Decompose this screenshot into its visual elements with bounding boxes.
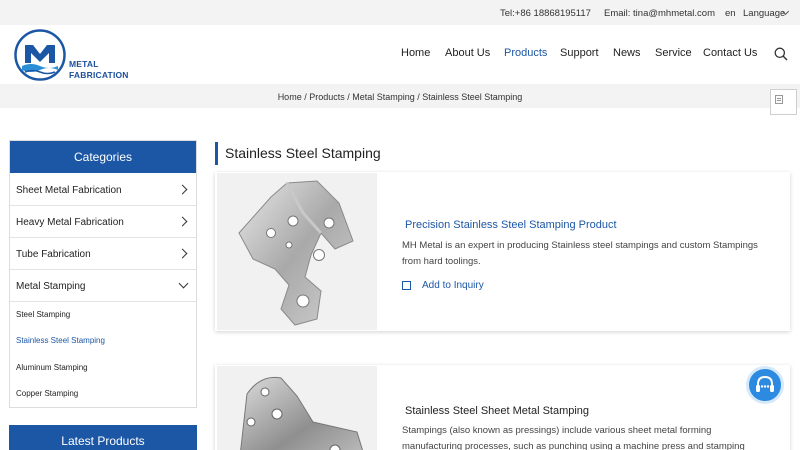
product-description: MH Metal is an expert in producing Stain… bbox=[402, 240, 758, 267]
nav-about-us[interactable]: About Us bbox=[445, 47, 490, 59]
email-address[interactable]: Email: tina@mhmetal.com bbox=[604, 8, 715, 19]
subcategory-stainless-steel-stamping[interactable]: Stainless Steel Stamping bbox=[16, 336, 105, 345]
category-label: Heavy Metal Fabrication bbox=[16, 217, 124, 228]
subcategory-copper-stamping[interactable]: Copper Stamping bbox=[16, 389, 78, 398]
chevron-right-icon[interactable] bbox=[177, 248, 188, 259]
category-item-heavy-metal[interactable]: Heavy Metal Fabrication bbox=[10, 206, 196, 238]
chat-support-button[interactable] bbox=[746, 366, 784, 404]
nav-support[interactable]: Support bbox=[560, 47, 599, 59]
product-description: Stampings (also known as pressings) incl… bbox=[402, 425, 745, 450]
product-title[interactable]: Precision Stainless Steel Stamping Produ… bbox=[405, 219, 617, 231]
brand-name: METAL FABRICATION bbox=[69, 59, 129, 81]
site-header: METAL FABRICATION Home About Us Products… bbox=[0, 25, 800, 84]
language-selector[interactable]: Language bbox=[743, 8, 785, 19]
phone-number[interactable]: Tel:+86 18868195117 bbox=[500, 8, 591, 19]
product-title[interactable]: Stainless Steel Sheet Metal Stamping bbox=[405, 405, 589, 417]
product-card[interactable]: Precision Stainless Steel Stamping Produ… bbox=[215, 172, 790, 331]
page-title: Stainless Steel Stamping bbox=[215, 142, 381, 165]
language-code: en bbox=[725, 8, 736, 19]
nav-news[interactable]: News bbox=[613, 47, 641, 59]
nav-products[interactable]: Products bbox=[504, 47, 547, 59]
document-icon[interactable] bbox=[770, 89, 797, 115]
subcategory-steel-stamping[interactable]: Steel Stamping bbox=[16, 310, 70, 319]
chevron-right-icon[interactable] bbox=[177, 184, 188, 195]
latest-products-heading: Latest Products bbox=[9, 425, 197, 450]
chevron-down-icon[interactable] bbox=[178, 278, 189, 289]
category-item-tube[interactable]: Tube Fabrication bbox=[10, 238, 196, 270]
chevron-right-icon[interactable] bbox=[177, 216, 188, 227]
product-image[interactable] bbox=[217, 173, 377, 330]
product-image[interactable] bbox=[217, 366, 377, 450]
category-item-sheet-metal[interactable]: Sheet Metal Fabrication bbox=[10, 174, 196, 206]
brand-line-2: FABRICATION bbox=[69, 70, 129, 80]
top-bar: Tel:+86 18868195117 Email: tina@mhmetal.… bbox=[0, 0, 800, 25]
checkbox-icon[interactable] bbox=[402, 281, 411, 290]
brand-line-1: METAL bbox=[69, 59, 99, 69]
nav-service[interactable]: Service bbox=[655, 47, 692, 59]
category-label: Sheet Metal Fabrication bbox=[16, 185, 122, 196]
chat-support-icon bbox=[756, 375, 774, 392]
categories-heading: Categories bbox=[10, 141, 196, 173]
logo[interactable]: METAL FABRICATION bbox=[14, 29, 134, 81]
breadcrumb[interactable]: Home / Products / Metal Stamping / Stain… bbox=[0, 92, 800, 102]
category-sidebar: Categories Sheet Metal Fabrication Heavy… bbox=[9, 140, 197, 408]
logo-emblem-icon bbox=[14, 29, 66, 81]
category-label: Metal Stamping bbox=[16, 281, 86, 292]
category-item-metal-stamping[interactable]: Metal Stamping bbox=[10, 270, 196, 302]
nav-home[interactable]: Home bbox=[401, 47, 430, 59]
stamped-bracket-image bbox=[238, 180, 354, 326]
stamped-part-image bbox=[240, 376, 363, 450]
add-to-inquiry-label: Add to Inquiry bbox=[422, 280, 484, 291]
search-icon[interactable] bbox=[774, 47, 788, 61]
category-label: Tube Fabrication bbox=[16, 249, 91, 260]
nav-contact-us[interactable]: Contact Us bbox=[703, 47, 757, 59]
product-card[interactable]: Stainless Steel Sheet Metal Stamping Sta… bbox=[215, 365, 790, 450]
breadcrumb-bar: Home / Products / Metal Stamping / Stain… bbox=[0, 84, 800, 115]
subcategory-aluminum-stamping[interactable]: Aluminum Stamping bbox=[16, 363, 88, 372]
